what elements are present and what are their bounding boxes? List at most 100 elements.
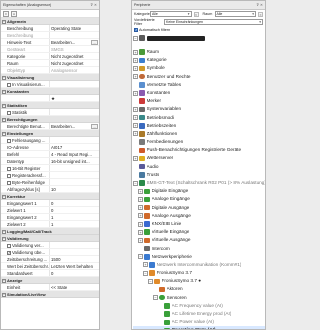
property-value[interactable]: << State bbox=[50, 284, 99, 290]
expand-icon[interactable]: + bbox=[133, 123, 138, 129]
group-collapse-icon[interactable]: − bbox=[2, 292, 6, 297]
property-row[interactable]: Statistik bbox=[1, 109, 99, 116]
property-value[interactable]: Bearbeiten...... bbox=[50, 123, 99, 129]
sort-alpha-icon[interactable]: A bbox=[11, 10, 17, 17]
property-value[interactable] bbox=[50, 81, 99, 87]
group-collapse-icon[interactable]: − bbox=[2, 229, 6, 234]
property-checkbox[interactable] bbox=[7, 243, 11, 248]
expand-icon[interactable]: + bbox=[138, 229, 143, 235]
tree-node[interactable]: + Digitale Ausgänge bbox=[133, 204, 265, 212]
tree-node[interactable]: Fernbedienungen bbox=[133, 138, 265, 146]
edit-ellipsis-button[interactable]: ... bbox=[91, 124, 98, 129]
group-collapse-icon[interactable]: − bbox=[2, 117, 6, 122]
tree-node[interactable]: Push-Benachrichtigungen Registrierte Ger… bbox=[133, 146, 265, 154]
property-row[interactable]: Objekttyp Analogsensor bbox=[1, 67, 99, 74]
room-filter-select[interactable]: Alle bbox=[214, 11, 256, 17]
property-group-1[interactable]: − Visualisierung bbox=[1, 74, 99, 81]
clear-category-icon[interactable]: ✕ bbox=[193, 11, 199, 17]
tree-node[interactable]: + Digitale Eingänge bbox=[133, 187, 265, 195]
property-value[interactable]: 16-bit unsigned int... bbox=[50, 158, 99, 164]
tree-node[interactable]: − Netzwerkperipherie bbox=[133, 253, 265, 261]
property-row[interactable]: Wert bei Zeitüberschr... Letzten Wert beh… bbox=[1, 263, 99, 270]
clear-room-icon[interactable]: ✕ bbox=[258, 11, 263, 17]
pin-icon[interactable]: ⊽ ✕ bbox=[90, 3, 97, 7]
tree-node[interactable]: + Betriebsmodi bbox=[133, 114, 265, 122]
tree-node[interactable]: AC Lifetime Energy prod (AI) bbox=[133, 310, 265, 318]
property-value[interactable]: 4 - Read Input Regi... bbox=[50, 151, 99, 157]
splitter[interactable] bbox=[100, 0, 131, 330]
expand-icon[interactable]: + bbox=[133, 57, 138, 63]
property-value[interactable]: Nicht zugeordnet bbox=[50, 53, 99, 59]
property-row[interactable]: Zeitüberschreitung ... 1500 bbox=[1, 256, 99, 263]
group-collapse-icon[interactable]: − bbox=[2, 89, 6, 94]
property-group-2[interactable]: − Konstanten bbox=[1, 88, 99, 95]
property-row[interactable]: Raum Nicht zugeordnet bbox=[1, 60, 99, 67]
property-value[interactable]: Analogsensor bbox=[50, 67, 99, 73]
pin-icon[interactable]: ⊽ ✕ bbox=[256, 3, 263, 7]
property-value[interactable]: 1 bbox=[50, 221, 99, 227]
property-value[interactable] bbox=[50, 249, 99, 255]
tree-node[interactable]: + Wetterserver bbox=[133, 154, 265, 162]
property-row[interactable]: Hinweis-Text Bearbeiten...... bbox=[1, 39, 99, 46]
property-group-4[interactable]: − Berechtigungen bbox=[1, 116, 99, 123]
property-group-3[interactable]: − Statistiken bbox=[1, 102, 99, 109]
predefined-filter-select[interactable]: Keine Einschränkungen bbox=[164, 19, 263, 25]
property-row[interactable]: Byte-Reihenfolge bbox=[1, 179, 99, 186]
property-row[interactable]: Validierung ver... bbox=[1, 242, 99, 249]
tree-node[interactable]: Merker bbox=[133, 97, 265, 105]
property-group-0[interactable]: − Allgemein bbox=[1, 18, 99, 25]
tree-node[interactable]: + Raum bbox=[133, 48, 265, 56]
property-row[interactable]: ★ bbox=[1, 95, 99, 102]
tree-node[interactable]: + Virtuelle Ausgänge bbox=[133, 236, 265, 244]
collapse-icon[interactable]: − bbox=[138, 254, 143, 260]
property-group-10[interactable]: − Simulation/LiveView bbox=[1, 291, 99, 298]
property-value[interactable]: Operating State bbox=[50, 25, 99, 31]
property-value[interactable] bbox=[50, 109, 99, 115]
tree-node[interactable]: + Betriebszeiten bbox=[133, 122, 265, 130]
property-value[interactable] bbox=[50, 172, 99, 178]
expand-icon[interactable]: + bbox=[133, 74, 138, 80]
property-checkbox[interactable] bbox=[7, 166, 11, 171]
tree-node[interactable]: Trusts bbox=[133, 171, 265, 179]
property-checkbox[interactable] bbox=[7, 173, 11, 178]
tree-node[interactable]: + Analoge Ausgänge bbox=[133, 212, 265, 220]
group-collapse-icon[interactable]: − bbox=[2, 103, 6, 108]
property-row[interactable]: Berechtigte Benut... Bearbeiten...... bbox=[1, 123, 99, 130]
property-row[interactable]: Einheit << State bbox=[1, 284, 99, 291]
tree-node[interactable]: + Netzwerk Intercommunikation (Komm#1) bbox=[133, 261, 265, 269]
property-value[interactable]: 1 bbox=[50, 214, 99, 220]
property-checkbox[interactable]: ✓ bbox=[7, 250, 11, 255]
property-value[interactable] bbox=[50, 242, 99, 248]
property-value[interactable]: 0 bbox=[50, 207, 99, 213]
collapse-icon[interactable]: − bbox=[153, 295, 158, 301]
edit-ellipsis-button[interactable]: ... bbox=[91, 40, 98, 45]
expand-icon[interactable]: + bbox=[133, 90, 138, 96]
tree-node[interactable]: + KNX/EIB Linie bbox=[133, 220, 265, 228]
property-checkbox[interactable] bbox=[7, 82, 11, 87]
expand-icon[interactable]: + bbox=[138, 221, 143, 227]
group-collapse-icon[interactable]: − bbox=[2, 194, 6, 199]
expand-icon[interactable]: + bbox=[133, 115, 138, 121]
property-value[interactable]: Bearbeiten...... bbox=[50, 39, 99, 45]
tree-node[interactable]: Vernetzte Tables bbox=[133, 81, 265, 89]
property-value[interactable] bbox=[50, 179, 99, 185]
collapse-icon[interactable]: − bbox=[133, 35, 138, 41]
property-value[interactable] bbox=[50, 165, 99, 171]
auto-filter-row[interactable]: ✓ Automatisch filtern bbox=[132, 26, 265, 33]
group-collapse-icon[interactable]: − bbox=[2, 236, 6, 241]
tree-node[interactable]: − FroniusSymo 3.7 ● bbox=[133, 277, 265, 285]
property-checkbox[interactable] bbox=[7, 138, 11, 143]
tree-node[interactable]: + Zählfunktionen bbox=[133, 130, 265, 138]
group-collapse-icon[interactable]: − bbox=[2, 19, 6, 24]
property-row[interactable]: Standardwert 0 bbox=[1, 270, 99, 277]
tree-node[interactable]: − FroniusSymo 3.7 bbox=[133, 269, 265, 277]
tree-node[interactable]: + Kategorie bbox=[133, 56, 265, 64]
tree-node[interactable]: − Sensoren bbox=[133, 294, 265, 302]
group-collapse-icon[interactable]: − bbox=[2, 278, 6, 283]
expand-icon[interactable]: + bbox=[138, 196, 143, 202]
property-row[interactable]: Registeradressf... bbox=[1, 172, 99, 179]
property-value[interactable]: SMGS bbox=[50, 46, 99, 52]
group-collapse-icon[interactable]: − bbox=[2, 131, 6, 136]
tree-node[interactable]: Intercom bbox=[133, 245, 265, 253]
tree-node[interactable]: + Konstanten bbox=[133, 89, 265, 97]
